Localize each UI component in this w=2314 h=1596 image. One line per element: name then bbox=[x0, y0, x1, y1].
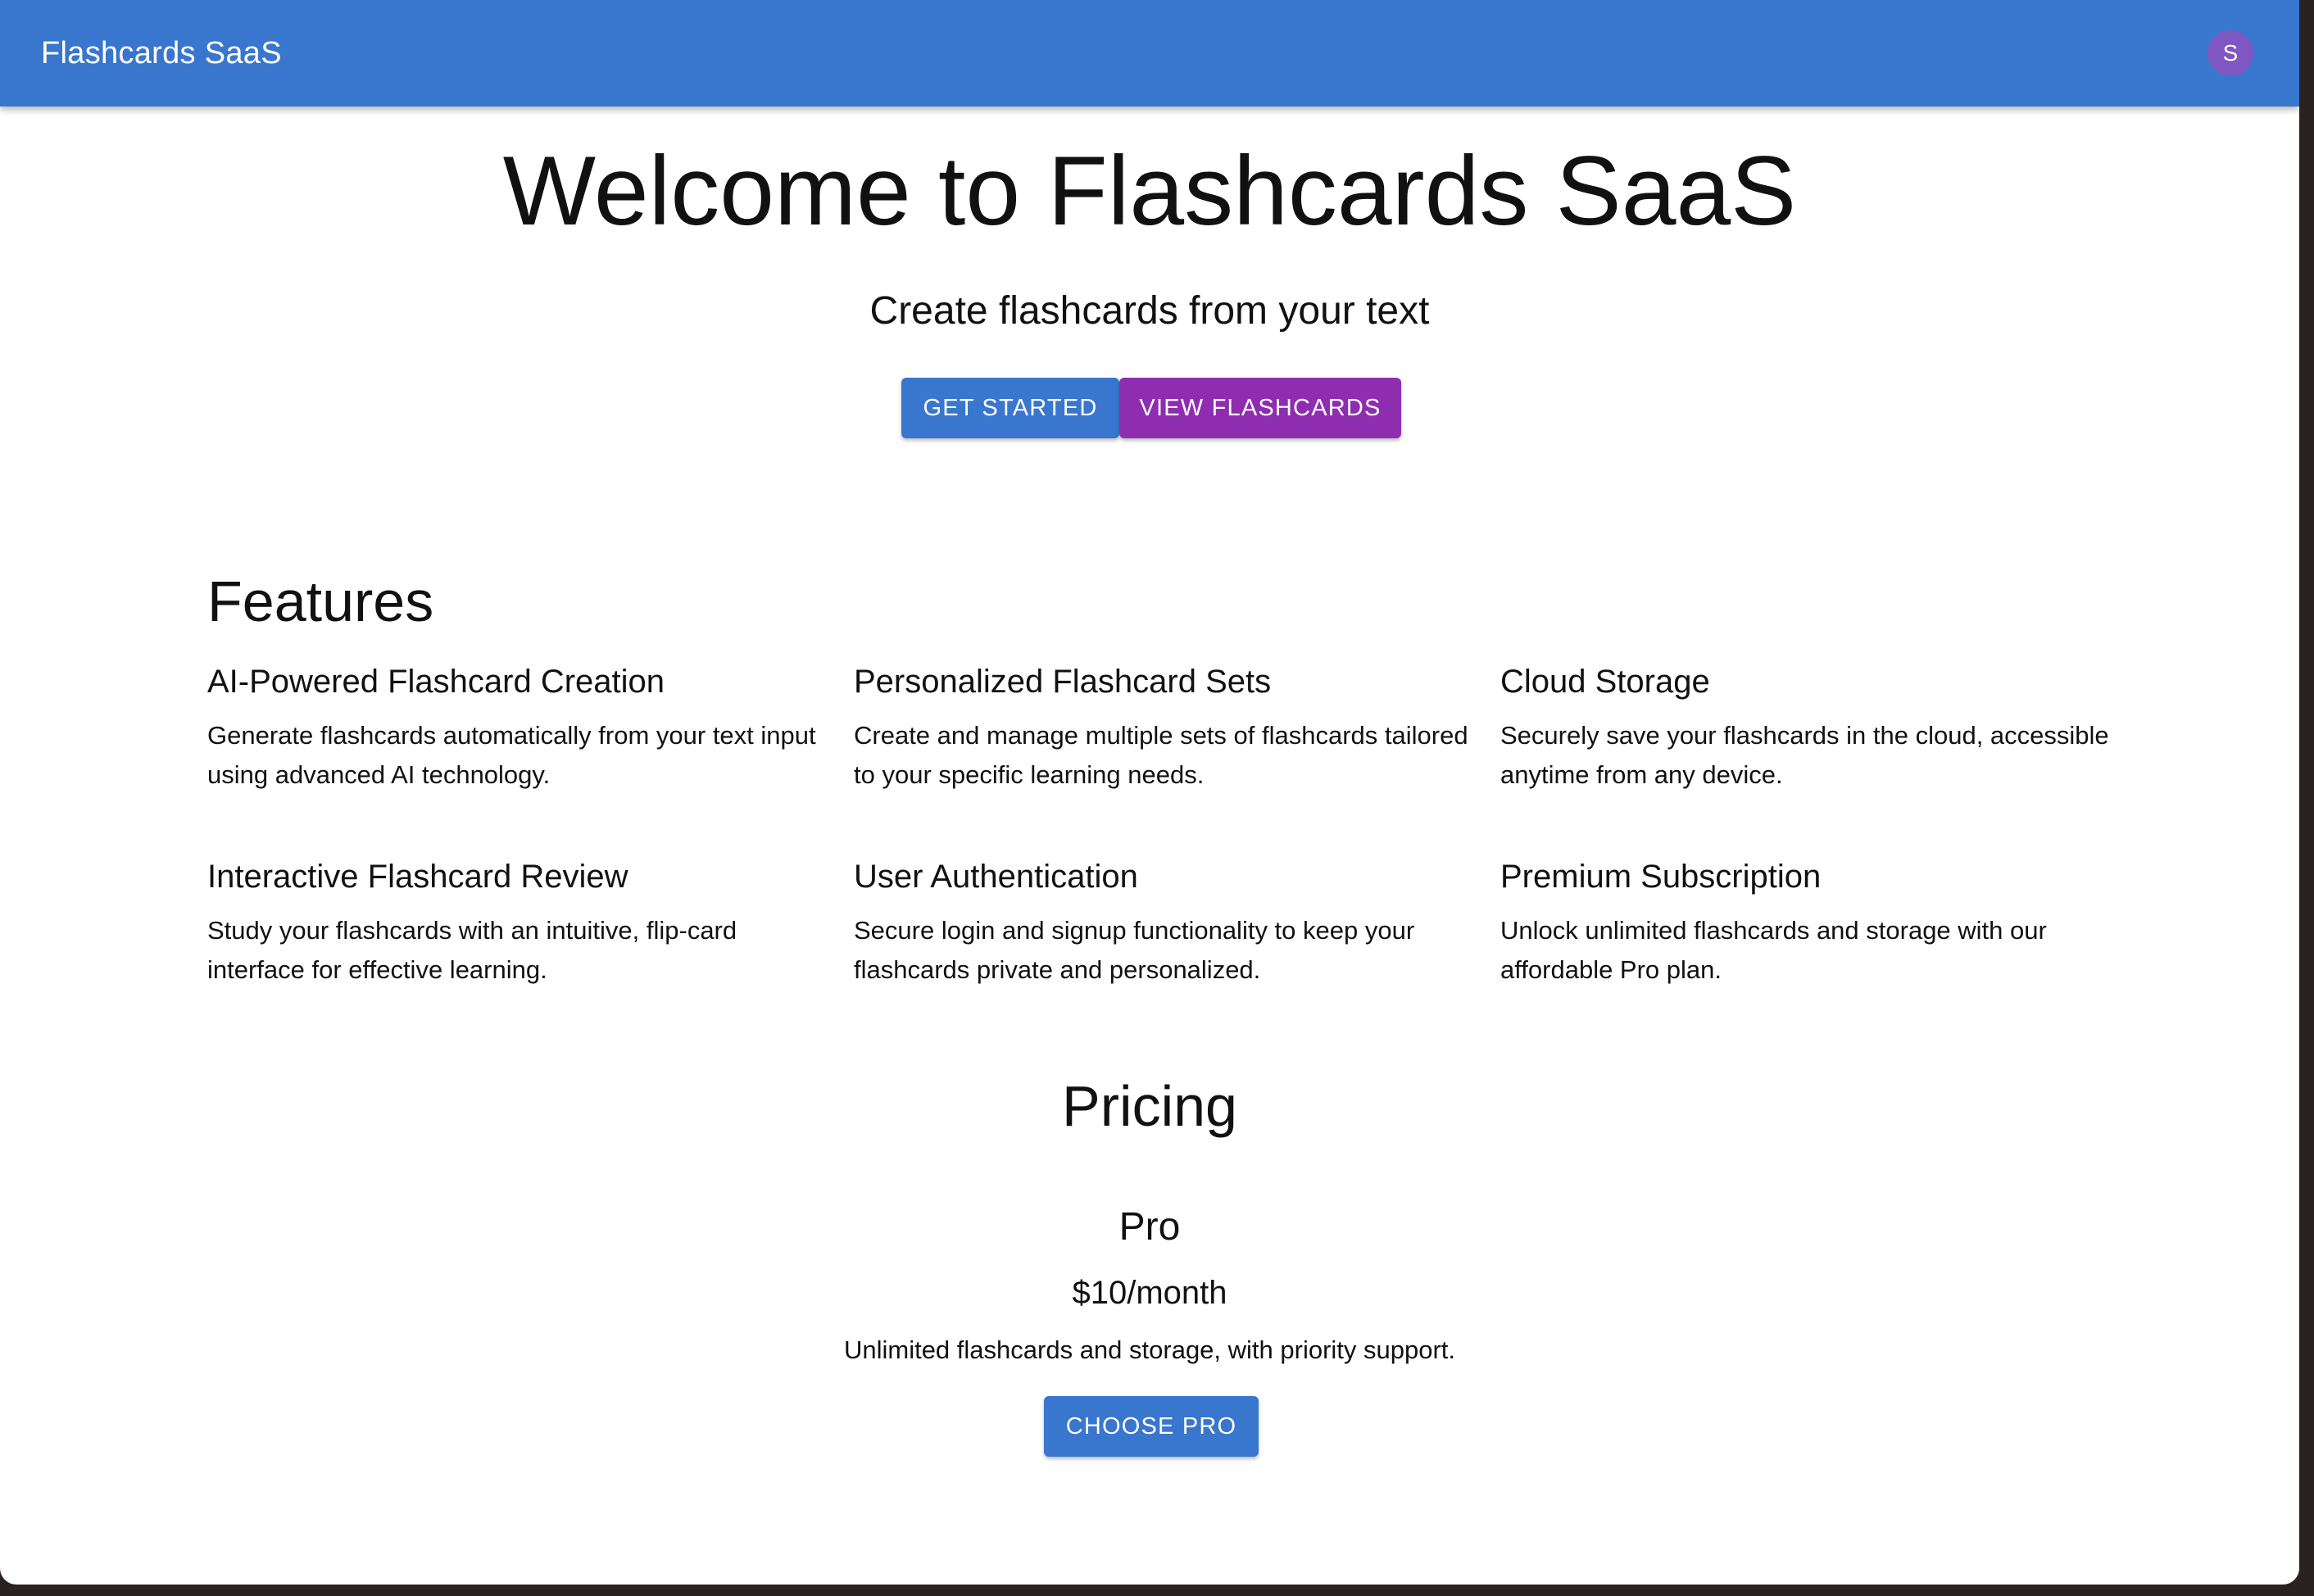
hero-title: Welcome to Flashcards SaaS bbox=[502, 136, 1797, 246]
get-started-button[interactable]: Get Started bbox=[901, 378, 1119, 438]
app-title[interactable]: Flashcards SaaS bbox=[41, 0, 282, 107]
feature-card: AI-Powered Flashcard Creation Generate f… bbox=[207, 660, 830, 795]
feature-card: Cloud Storage Securely save your flashca… bbox=[1500, 660, 2123, 795]
feature-description: Study your flashcards with an intuitive,… bbox=[207, 916, 737, 984]
plan-name: Pro bbox=[1118, 1205, 1181, 1249]
features-heading: Features bbox=[207, 569, 434, 633]
app-bar: Flashcards SaaS S bbox=[0, 0, 2299, 107]
view-flashcards-button[interactable]: View Flashcards bbox=[1119, 378, 1401, 438]
feature-title: Cloud Storage bbox=[1500, 664, 1710, 700]
feature-card: Personalized Flashcard Sets Create and m… bbox=[854, 660, 1477, 795]
choose-pro-button[interactable]: Choose Pro bbox=[1044, 1396, 1259, 1457]
user-avatar[interactable]: S bbox=[2207, 30, 2253, 76]
feature-title: Interactive Flashcard Review bbox=[207, 859, 628, 895]
feature-description: Create and manage multiple sets of flash… bbox=[854, 721, 1468, 789]
plan-description: Unlimited flashcards and storage, with p… bbox=[843, 1335, 1456, 1364]
browser-window: Flashcards SaaS S Welcome to Flashcards … bbox=[0, 0, 2299, 1585]
hero-subtitle: Create flashcards from your text bbox=[869, 289, 1430, 333]
feature-title: Personalized Flashcard Sets bbox=[854, 664, 1272, 700]
feature-description: Securely save your flashcards in the clo… bbox=[1500, 721, 2109, 789]
feature-card: Interactive Flashcard Review Study your … bbox=[207, 855, 830, 990]
feature-card: User Authentication Secure login and sig… bbox=[854, 855, 1477, 990]
plan-price: $10/month bbox=[1072, 1275, 1227, 1311]
pricing-heading: Pricing bbox=[1062, 1074, 1237, 1138]
feature-description: Generate flashcards automatically from y… bbox=[207, 721, 816, 789]
feature-description: Secure login and signup functionality to… bbox=[854, 916, 1415, 984]
feature-title: User Authentication bbox=[854, 859, 1138, 895]
feature-description: Unlock unlimited flashcards and storage … bbox=[1500, 916, 2047, 984]
feature-title: Premium Subscription bbox=[1500, 859, 1822, 895]
feature-card: Premium Subscription Unlock unlimited fl… bbox=[1500, 855, 2123, 990]
feature-title: AI-Powered Flashcard Creation bbox=[207, 664, 665, 700]
